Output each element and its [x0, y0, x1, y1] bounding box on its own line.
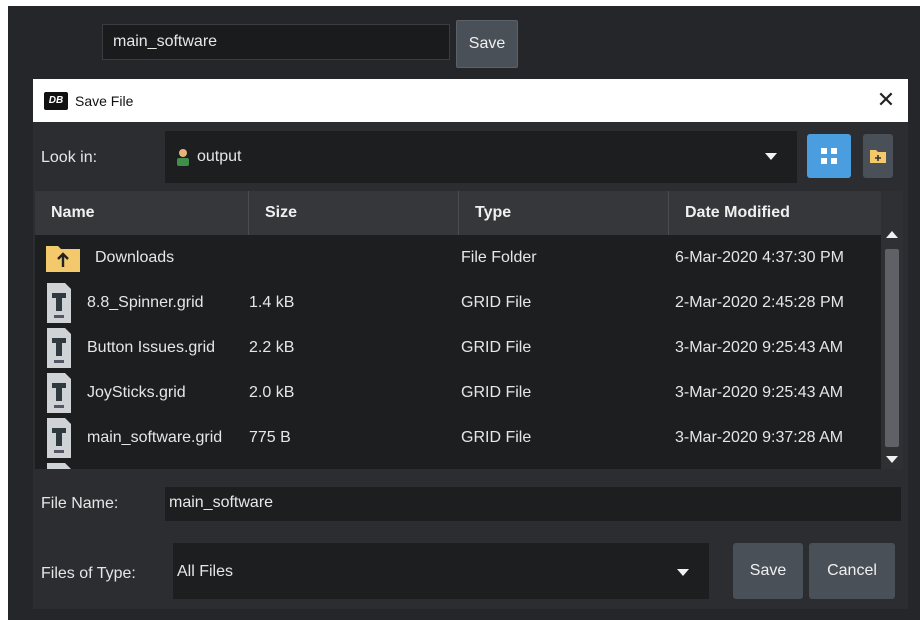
column-name[interactable]: Name [35, 191, 249, 235]
file-type: GRID File [461, 383, 532, 401]
top-save-button[interactable]: Save [456, 20, 518, 68]
file-name-input[interactable]: main_software [165, 487, 901, 521]
app-logo-icon: DB [44, 91, 68, 110]
new-folder-button[interactable] [863, 134, 893, 178]
grid-file-icon [45, 461, 73, 469]
grid-file-icon [45, 416, 73, 460]
file-list-header: Name Size Type Date Modified [35, 191, 881, 235]
table-row[interactable]: 8.8_Spinner.grid 1.4 kB GRID File 2-Mar-… [35, 280, 881, 325]
scroll-down-icon[interactable] [886, 456, 898, 463]
files-of-type-value: All Files [177, 563, 234, 580]
table-row[interactable]: Button Issues.grid 2.2 kB GRID File 3-Ma… [35, 325, 881, 370]
file-size: 775 B [249, 428, 291, 446]
look-in-label: Look in: [41, 149, 98, 166]
grid-file-icon [45, 371, 73, 415]
file-name: main_software.grid [87, 428, 223, 446]
files-of-type-dropdown[interactable]: All Files [173, 543, 709, 599]
new-folder-icon [870, 150, 886, 163]
folder-up-icon [45, 243, 81, 273]
grid-view-button[interactable] [807, 134, 851, 178]
file-type: GRID File [461, 338, 532, 356]
grid-icon [821, 148, 837, 164]
column-type[interactable]: Type [459, 191, 669, 235]
save-file-dialog: DB Save File ✕ Look in: output Name Size… [33, 79, 908, 609]
close-icon[interactable]: ✕ [872, 86, 900, 114]
file-size: 1.4 kB [249, 293, 295, 311]
user-folder-icon [175, 148, 191, 166]
table-row[interactable]: main_software.grid 775 B GRID File 3-Mar… [35, 415, 881, 460]
cancel-button[interactable]: Cancel [809, 543, 895, 599]
column-date-modified[interactable]: Date Modified [669, 191, 881, 235]
table-row-partial[interactable] [35, 460, 881, 469]
table-row[interactable]: Downloads File Folder 6-Mar-2020 4:37:30… [35, 235, 881, 280]
save-button[interactable]: Save [733, 543, 803, 599]
column-size[interactable]: Size [249, 191, 459, 235]
file-date: 2-Mar-2020 2:45:28 PM [675, 293, 844, 311]
file-list: Name Size Type Date Modified Downloads F… [35, 191, 903, 469]
file-name: Button Issues.grid [87, 338, 216, 356]
file-type: File Folder [461, 248, 537, 266]
file-size: 2.2 kB [249, 338, 295, 356]
look-in-dropdown[interactable]: output [165, 131, 797, 183]
file-date: 3-Mar-2020 9:37:28 AM [675, 428, 844, 446]
files-of-type-label: Files of Type: [41, 565, 136, 582]
vertical-scrollbar[interactable] [881, 191, 903, 469]
dialog-titlebar: DB Save File ✕ [33, 79, 908, 122]
file-date: 3-Mar-2020 9:25:43 AM [675, 383, 844, 401]
file-date: 6-Mar-2020 4:37:30 PM [675, 248, 844, 266]
chevron-down-icon [765, 153, 777, 160]
scroll-thumb[interactable] [885, 249, 899, 447]
file-name: Downloads [95, 248, 175, 266]
scroll-up-icon[interactable] [886, 231, 898, 238]
file-type: GRID File [461, 293, 532, 311]
file-date: 3-Mar-2020 9:25:43 AM [675, 338, 844, 356]
chevron-down-icon [677, 569, 689, 576]
file-size: 2.0 kB [249, 383, 295, 401]
file-name: JoySticks.grid [87, 383, 186, 401]
look-in-value: output [197, 148, 242, 165]
table-row[interactable]: JoySticks.grid 2.0 kB GRID File 3-Mar-20… [35, 370, 881, 415]
file-type: GRID File [461, 428, 532, 446]
grid-file-icon [45, 281, 73, 325]
grid-file-icon [45, 326, 73, 370]
name-input[interactable]: main_software [102, 24, 450, 60]
file-name: 8.8_Spinner.grid [87, 293, 204, 311]
dialog-title: Save File [75, 92, 134, 109]
file-name-label: File Name: [41, 495, 119, 512]
